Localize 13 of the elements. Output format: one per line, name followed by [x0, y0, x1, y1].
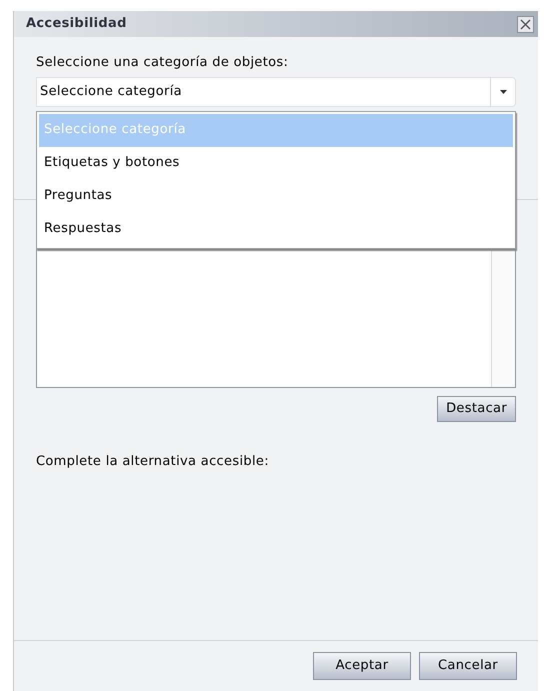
- highlight-button[interactable]: Destacar: [437, 396, 516, 422]
- field-label: Seleccione una categoría de objetos:: [36, 54, 290, 72]
- close-icon: [520, 18, 531, 30]
- dropdown-option[interactable]: Preguntas: [39, 180, 513, 212]
- field-label: Complete la alternativa accesible:: [36, 452, 270, 470]
- category-dropdown[interactable]: Seleccione categoría: [36, 76, 516, 106]
- dropdown-option[interactable]: Etiquetas y botones: [39, 146, 513, 180]
- dropdown-option[interactable]: Respuestas: [39, 212, 513, 246]
- window-title: Accesibilidad: [26, 15, 127, 34]
- caret-icon: [500, 90, 506, 94]
- dialog-button[interactable]: Aceptar: [313, 652, 411, 680]
- dialog-button[interactable]: Cancelar: [419, 652, 517, 680]
- close-button[interactable]: [517, 16, 534, 32]
